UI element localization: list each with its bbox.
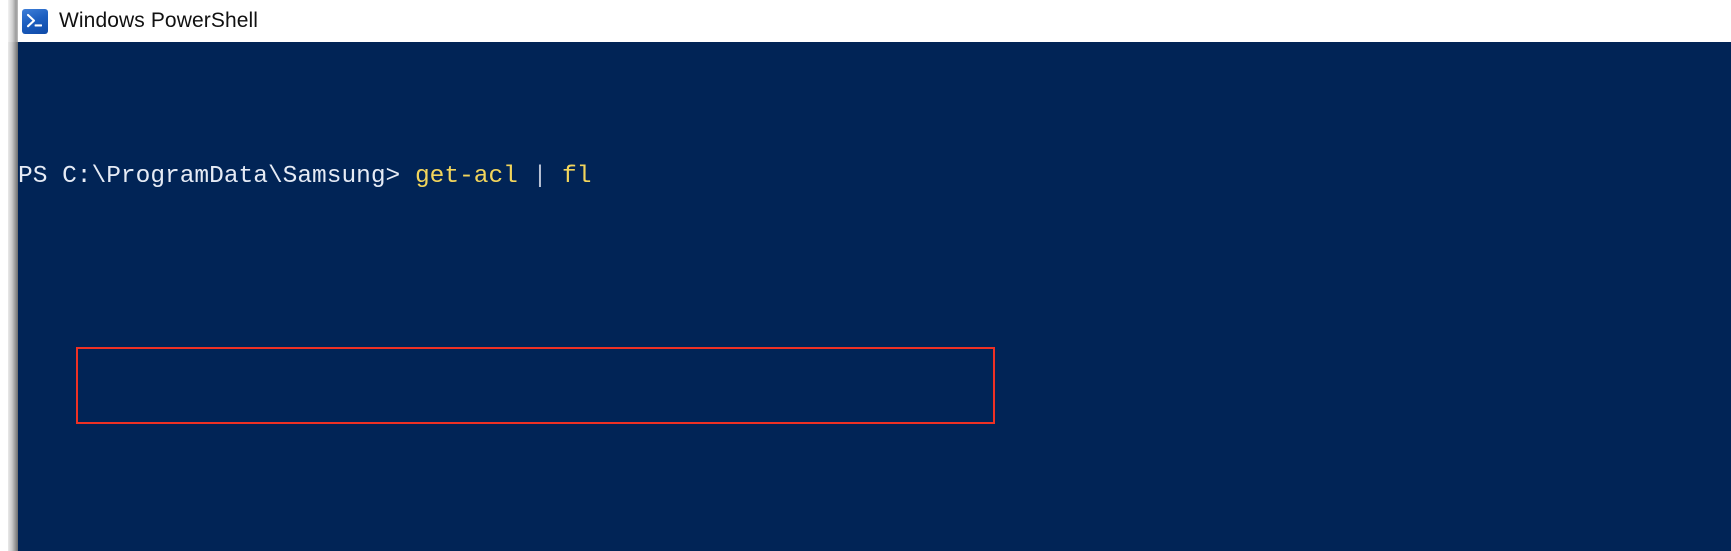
prompt-prefix: PS C:\ProgramData\Samsung>: [18, 163, 415, 190]
window-left-edge-strip: [8, 0, 18, 42]
console-left-edge-strip: [8, 42, 18, 551]
console-text-buffer: PS C:\ProgramData\Samsung> get-acl | fl …: [18, 42, 1731, 551]
command-text: get-acl: [415, 163, 518, 190]
console-surface[interactable]: PS C:\ProgramData\Samsung> get-acl | fl …: [0, 42, 1731, 551]
output-line-blank-1: [18, 312, 1731, 342]
window-title: Windows PowerShell: [59, 9, 258, 33]
prompt-line: PS C:\ProgramData\Samsung> get-acl | fl: [18, 162, 1731, 192]
format-list-cmdlet: fl: [562, 163, 591, 190]
output-line-blank-2: [18, 402, 1731, 432]
output-line-blank-3: [18, 492, 1731, 522]
title-bar[interactable]: Windows PowerShell: [0, 0, 1731, 42]
powershell-icon: [22, 9, 48, 34]
console-outer-margin: [0, 42, 8, 551]
powershell-window: Windows PowerShell PS C:\ProgramData\Sam…: [0, 0, 1731, 551]
pipe-operator: |: [518, 163, 562, 190]
